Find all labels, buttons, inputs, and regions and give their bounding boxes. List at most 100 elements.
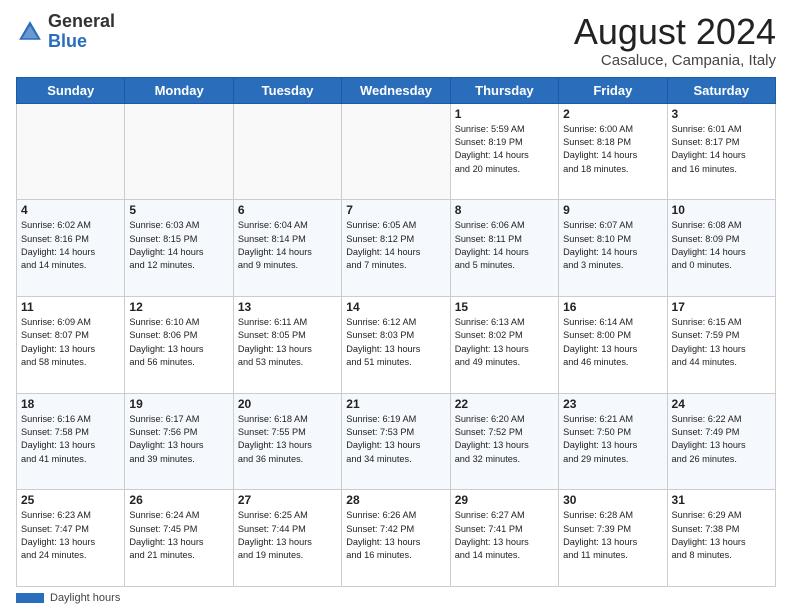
- footer-bar: [16, 593, 44, 603]
- col-header-thursday: Thursday: [450, 77, 558, 103]
- calendar-cell: 8 Sunrise: 6:06 AM Sunset: 8:11 PM Daylig…: [450, 200, 558, 297]
- day-info: Sunrise: 6:02 AM Sunset: 8:16 PM Dayligh…: [21, 219, 120, 272]
- calendar-cell: 15 Sunrise: 6:13 AM Sunset: 8:02 PM Dayli…: [450, 296, 558, 393]
- calendar-cell: 13 Sunrise: 6:11 AM Sunset: 8:05 PM Dayli…: [233, 296, 341, 393]
- calendar-cell: 18 Sunrise: 6:16 AM Sunset: 7:58 PM Dayli…: [17, 393, 125, 490]
- day-number: 12: [129, 300, 228, 314]
- day-number: 27: [238, 493, 337, 507]
- day-number: 2: [563, 107, 662, 121]
- footer-label: Daylight hours: [50, 592, 120, 604]
- day-number: 30: [563, 493, 662, 507]
- calendar-cell: 19Sunrise: 6:17 AM Sunset: 7:56 PM Dayli…: [125, 393, 233, 490]
- week-row-5: 25 Sunrise: 6:23 AM Sunset: 7:47 PM Dayli…: [17, 490, 776, 587]
- calendar-cell: 22 Sunrise: 6:20 AM Sunset: 7:52 PM Dayli…: [450, 393, 558, 490]
- day-info: Sunrise: 6:00 AM Sunset: 8:18 PM Dayligh…: [563, 123, 662, 176]
- day-number: 8: [455, 203, 554, 217]
- calendar-cell: 26Sunrise: 6:24 AM Sunset: 7:45 PM Dayli…: [125, 490, 233, 587]
- col-header-tuesday: Tuesday: [233, 77, 341, 103]
- calendar-cell: 7 Sunrise: 6:05 AM Sunset: 8:12 PM Daylig…: [342, 200, 450, 297]
- calendar-cell: [125, 103, 233, 200]
- day-number: 15: [455, 300, 554, 314]
- day-info: Sunrise: 6:23 AM Sunset: 7:47 PM Dayligh…: [21, 509, 120, 562]
- day-info: Sunrise: 6:24 AM Sunset: 7:45 PM Dayligh…: [129, 509, 228, 562]
- calendar-cell: 28 Sunrise: 6:26 AM Sunset: 7:42 PM Dayli…: [342, 490, 450, 587]
- day-number: 25: [21, 493, 120, 507]
- day-number: 1: [455, 107, 554, 121]
- day-info: Sunrise: 6:08 AM Sunset: 8:09 PM Dayligh…: [672, 219, 771, 272]
- calendar-cell: 9 Sunrise: 6:07 AM Sunset: 8:10 PM Daylig…: [559, 200, 667, 297]
- day-info: Sunrise: 6:18 AM Sunset: 7:55 PM Dayligh…: [238, 413, 337, 466]
- day-info: Sunrise: 6:21 AM Sunset: 7:50 PM Dayligh…: [563, 413, 662, 466]
- day-info: Sunrise: 6:07 AM Sunset: 8:10 PM Dayligh…: [563, 219, 662, 272]
- calendar-cell: [233, 103, 341, 200]
- day-number: 18: [21, 397, 120, 411]
- calendar-cell: 12 Sunrise: 6:10 AM Sunset: 8:06 PM Dayli…: [125, 296, 233, 393]
- day-info: Sunrise: 6:25 AM Sunset: 7:44 PM Dayligh…: [238, 509, 337, 562]
- day-number: 29: [455, 493, 554, 507]
- calendar-cell: [17, 103, 125, 200]
- day-number: 20: [238, 397, 337, 411]
- day-info: Sunrise: 6:03 AM Sunset: 8:15 PM Dayligh…: [129, 219, 228, 272]
- col-header-saturday: Saturday: [667, 77, 775, 103]
- calendar-cell: 16 Sunrise: 6:14 AM Sunset: 8:00 PM Dayli…: [559, 296, 667, 393]
- day-info: Sunrise: 6:04 AM Sunset: 8:14 PM Dayligh…: [238, 219, 337, 272]
- day-info: Sunrise: 6:28 AM Sunset: 7:39 PM Dayligh…: [563, 509, 662, 562]
- day-headers-row: SundayMondayTuesdayWednesdayThursdayFrid…: [17, 77, 776, 103]
- day-info: Sunrise: 6:14 AM Sunset: 8:00 PM Dayligh…: [563, 316, 662, 369]
- day-number: 24: [672, 397, 771, 411]
- day-info: Sunrise: 6:05 AM Sunset: 8:12 PM Dayligh…: [346, 219, 445, 272]
- day-number: 22: [455, 397, 554, 411]
- day-info: Sunrise: 6:26 AM Sunset: 7:42 PM Dayligh…: [346, 509, 445, 562]
- day-info: Sunrise: 6:19 AM Sunset: 7:53 PM Dayligh…: [346, 413, 445, 466]
- calendar-cell: 1 Sunrise: 5:59 AM Sunset: 8:19 PM Daylig…: [450, 103, 558, 200]
- day-number: 19: [129, 397, 228, 411]
- day-number: 3: [672, 107, 771, 121]
- title-block: August 2024 Casaluce, Campania, Italy: [574, 12, 776, 69]
- calendar-cell: 4Sunrise: 6:02 AM Sunset: 8:16 PM Daylig…: [17, 200, 125, 297]
- day-info: Sunrise: 6:10 AM Sunset: 8:06 PM Dayligh…: [129, 316, 228, 369]
- calendar-cell: 11 Sunrise: 6:09 AM Sunset: 8:07 PM Dayli…: [17, 296, 125, 393]
- calendar-cell: 21Sunrise: 6:19 AM Sunset: 7:53 PM Dayli…: [342, 393, 450, 490]
- day-info: Sunrise: 6:09 AM Sunset: 8:07 PM Dayligh…: [21, 316, 120, 369]
- calendar-cell: 24 Sunrise: 6:22 AM Sunset: 7:49 PM Dayli…: [667, 393, 775, 490]
- day-info: Sunrise: 6:15 AM Sunset: 7:59 PM Dayligh…: [672, 316, 771, 369]
- calendar-table: SundayMondayTuesdayWednesdayThursdayFrid…: [16, 77, 776, 587]
- day-info: Sunrise: 6:27 AM Sunset: 7:41 PM Dayligh…: [455, 509, 554, 562]
- day-number: 13: [238, 300, 337, 314]
- day-number: 5: [129, 203, 228, 217]
- calendar-cell: 10 Sunrise: 6:08 AM Sunset: 8:09 PM Dayli…: [667, 200, 775, 297]
- header: General Blue August 2024 Casaluce, Campa…: [16, 12, 776, 69]
- calendar-cell: [342, 103, 450, 200]
- calendar-cell: 27 Sunrise: 6:25 AM Sunset: 7:44 PM Dayli…: [233, 490, 341, 587]
- col-header-wednesday: Wednesday: [342, 77, 450, 103]
- calendar-cell: 5 Sunrise: 6:03 AM Sunset: 8:15 PM Daylig…: [125, 200, 233, 297]
- day-number: 9: [563, 203, 662, 217]
- day-number: 10: [672, 203, 771, 217]
- day-info: Sunrise: 6:12 AM Sunset: 8:03 PM Dayligh…: [346, 316, 445, 369]
- day-info: Sunrise: 6:22 AM Sunset: 7:49 PM Dayligh…: [672, 413, 771, 466]
- day-number: 11: [21, 300, 120, 314]
- day-number: 14: [346, 300, 445, 314]
- day-number: 17: [672, 300, 771, 314]
- day-number: 7: [346, 203, 445, 217]
- day-info: Sunrise: 5:59 AM Sunset: 8:19 PM Dayligh…: [455, 123, 554, 176]
- day-info: Sunrise: 6:20 AM Sunset: 7:52 PM Dayligh…: [455, 413, 554, 466]
- day-info: Sunrise: 6:16 AM Sunset: 7:58 PM Dayligh…: [21, 413, 120, 466]
- logo-blue: Blue: [48, 32, 115, 52]
- day-number: 28: [346, 493, 445, 507]
- col-header-friday: Friday: [559, 77, 667, 103]
- day-info: Sunrise: 6:13 AM Sunset: 8:02 PM Dayligh…: [455, 316, 554, 369]
- footer: Daylight hours: [16, 592, 776, 604]
- col-header-monday: Monday: [125, 77, 233, 103]
- calendar-cell: 20 Sunrise: 6:18 AM Sunset: 7:55 PM Dayli…: [233, 393, 341, 490]
- day-info: Sunrise: 6:11 AM Sunset: 8:05 PM Dayligh…: [238, 316, 337, 369]
- calendar-cell: 31Sunrise: 6:29 AM Sunset: 7:38 PM Dayli…: [667, 490, 775, 587]
- week-row-3: 11 Sunrise: 6:09 AM Sunset: 8:07 PM Dayli…: [17, 296, 776, 393]
- month-year: August 2024: [574, 12, 776, 52]
- day-number: 16: [563, 300, 662, 314]
- logo: General Blue: [16, 12, 115, 52]
- calendar-cell: 23Sunrise: 6:21 AM Sunset: 7:50 PM Dayli…: [559, 393, 667, 490]
- calendar-cell: 29 Sunrise: 6:27 AM Sunset: 7:41 PM Dayli…: [450, 490, 558, 587]
- day-info: Sunrise: 6:29 AM Sunset: 7:38 PM Dayligh…: [672, 509, 771, 562]
- day-info: Sunrise: 6:06 AM Sunset: 8:11 PM Dayligh…: [455, 219, 554, 272]
